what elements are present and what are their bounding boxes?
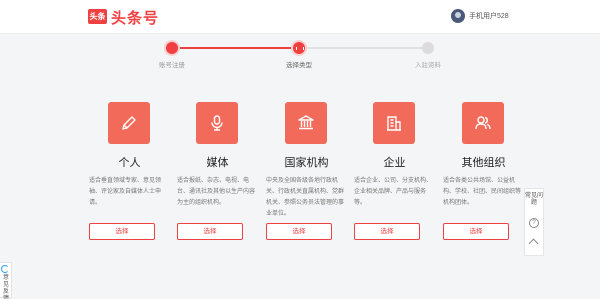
card-title: 国家机构 (284, 157, 329, 169)
avatar[interactable] (451, 9, 465, 23)
feedback-tab[interactable]: 意见反馈 (0, 262, 12, 299)
select-button-other-org[interactable]: 选择 (443, 223, 509, 240)
pencil-icon (108, 102, 150, 144)
faq-link[interactable]: 常见问题 (525, 193, 543, 207)
step-label-3: 入驻资料 (415, 62, 441, 69)
people-icon (462, 102, 504, 144)
logo-badge[interactable]: 头条 (88, 9, 107, 24)
card-enterprise: 企业 适合企业、公司、分支机构、企业相关品牌、产品与服务等。 选择 (352, 92, 437, 254)
select-button-individual[interactable]: 选择 (89, 223, 155, 240)
select-button-government[interactable]: 选择 (266, 223, 332, 240)
card-description: 适合各类公共场馆、公益机构、学校、社团、民间组织等机构团体。 (443, 178, 522, 206)
user-name[interactable]: 手机用户528 (469, 11, 509, 21)
step-line-pending (299, 47, 428, 49)
feedback-icon (1, 265, 9, 273)
chevron-up-icon[interactable] (528, 238, 539, 249)
government-building-icon (285, 102, 327, 144)
feedback-label: 意见反馈 (2, 275, 9, 299)
help-icon[interactable]: ? (529, 218, 539, 228)
card-media: 媒体 适合报纸、杂志、电视、电台、通讯社及其他以生产内容为主的组织机构。 选择 (175, 92, 260, 254)
card-description: 适合报纸、杂志、电视、电台、通讯社及其他以生产内容为主的组织机构。 (177, 178, 256, 206)
card-title: 其他组织 (461, 157, 506, 169)
select-button-enterprise[interactable]: 选择 (354, 223, 420, 240)
logo-text[interactable]: 头条号 (111, 7, 159, 28)
step-label-1: 账号注册 (159, 62, 185, 69)
microphone-icon (196, 102, 238, 144)
step-dot-3 (422, 42, 434, 54)
step-label-2: 选择类型 (286, 62, 312, 69)
building-icon (373, 102, 415, 144)
side-toolbar: 常见问题 ? (524, 188, 544, 256)
card-title: 企业 (383, 157, 406, 169)
step-line-done (172, 47, 299, 49)
step-dot-1 (166, 42, 178, 54)
card-description: 适合垂直领域专家、意见领袖、评论家及自媒体人士申请。 (89, 178, 162, 206)
progress-steps: 账号注册 选择类型 入驻资料 (0, 34, 600, 74)
step-dot-2 (293, 42, 305, 54)
card-other-org: 其他组织 适合各类公共场馆、公益机构、学校、社团、民间组织等机构团体。 选择 (441, 92, 526, 254)
card-individual: 个人 适合垂直领域专家、意见领袖、评论家及自媒体人士申请。 选择 (87, 92, 172, 254)
card-government: 国家机构 中央及全国各级各地行政机关、行政机关直属机构、党群机关、参照公务员法管… (264, 92, 349, 254)
card-title: 媒体 (206, 157, 229, 169)
top-header: 头条 头条号 手机用户528 (0, 0, 600, 34)
card-description: 适合企业、公司、分支机构、企业相关品牌、产品与服务等。 (354, 178, 433, 206)
card-title: 个人 (118, 157, 141, 169)
select-button-media[interactable]: 选择 (177, 223, 243, 240)
card-description: 中央及全国各级各地行政机关、行政机关直属机构、党群机关、参照公务员法管理的事业单… (266, 178, 345, 217)
